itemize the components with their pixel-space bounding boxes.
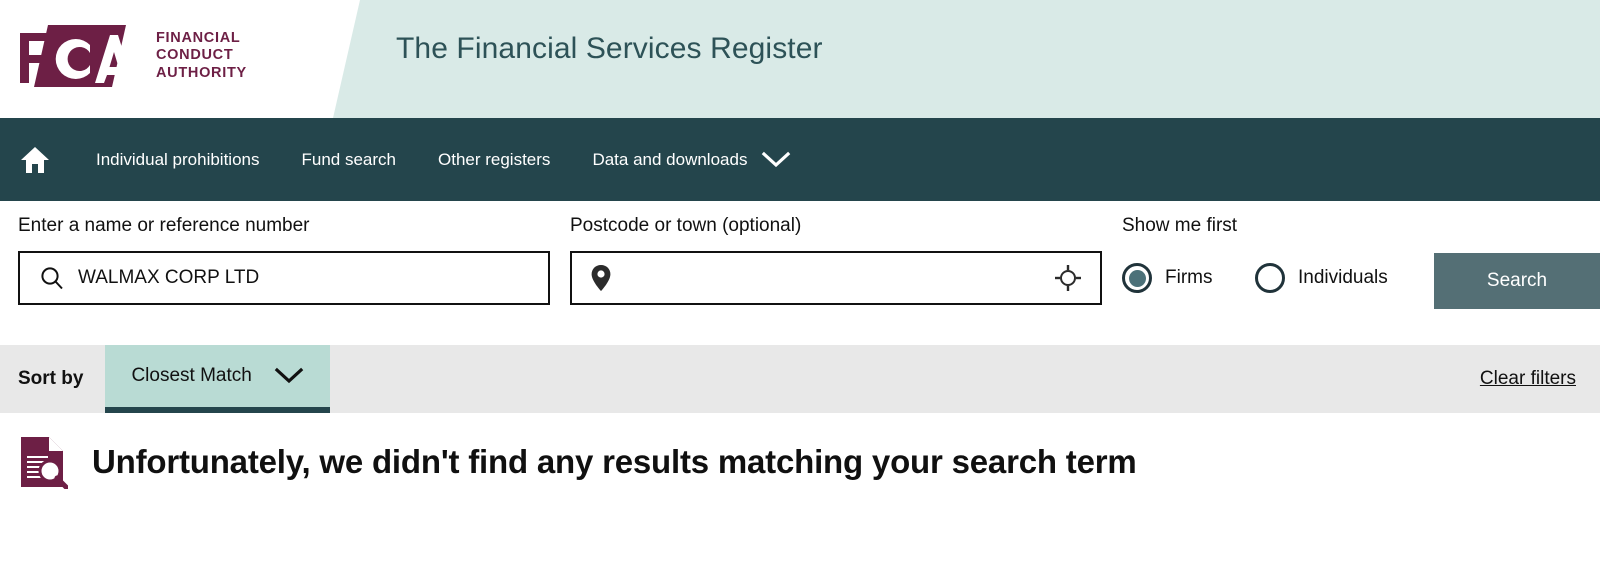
individuals-radio-label: Individuals xyxy=(1298,267,1388,288)
sort-dropdown[interactable]: Closest Match xyxy=(105,345,330,413)
logo-word-line-3: AUTHORITY xyxy=(156,64,247,81)
fca-logo-mark xyxy=(20,25,133,87)
radio-option-firms[interactable]: Firms xyxy=(1122,263,1212,293)
individuals-radio-button[interactable] xyxy=(1255,263,1285,293)
firms-radio-button[interactable] xyxy=(1122,263,1152,293)
chevron-down-icon[interactable] xyxy=(761,151,791,169)
logo-word-line-1: FINANCIAL xyxy=(156,29,241,46)
firms-radio-label: Firms xyxy=(1165,267,1213,288)
search-input-wrapper[interactable] xyxy=(18,251,550,305)
nav-item-data-and-downloads-label[interactable]: Data and downloads xyxy=(592,150,747,170)
home-icon[interactable] xyxy=(18,143,52,177)
map-pin-icon xyxy=(584,253,618,303)
nav-item-individual-prohibitions[interactable]: Individual prohibitions xyxy=(96,150,260,170)
search-form: Enter a name or reference number Postcod… xyxy=(0,201,1600,345)
fca-logo[interactable]: FINANCIAL CONDUCT AUTHORITY xyxy=(18,20,318,92)
chevron-down-icon[interactable] xyxy=(274,367,304,385)
clear-filters-link[interactable]: Clear filters xyxy=(1480,368,1576,390)
document-search-icon xyxy=(21,437,68,489)
postcode-field-label: Postcode or town (optional) xyxy=(570,215,802,236)
page-title: The Financial Services Register xyxy=(396,32,823,65)
search-input[interactable] xyxy=(78,253,536,303)
sort-by-label: Sort by xyxy=(18,368,84,389)
search-button[interactable]: Search xyxy=(1434,253,1600,309)
sort-dropdown-value: Closest Match xyxy=(131,365,252,386)
logo-word-line-2: CONDUCT xyxy=(156,47,234,64)
no-results-text: Unfortunately, we didn't find any result… xyxy=(92,443,1137,480)
fca-logo-wordmark: FINANCIAL CONDUCT AUTHORITY xyxy=(156,30,247,83)
firms-radio-selected-dot xyxy=(1128,269,1146,287)
search-icon xyxy=(32,253,72,303)
show-me-first-label: Show me first xyxy=(1122,215,1238,236)
crosshair-icon[interactable] xyxy=(1048,253,1088,303)
no-results-message: Unfortunately, we didn't find any result… xyxy=(18,435,1137,489)
name-field-label: Enter a name or reference number xyxy=(18,215,310,236)
radio-option-individuals[interactable]: Individuals xyxy=(1255,263,1388,293)
postcode-input[interactable] xyxy=(620,253,1048,303)
results-area: Unfortunately, we didn't find any result… xyxy=(0,413,1600,572)
nav-item-other-registers[interactable]: Other registers xyxy=(438,150,550,170)
nav-item-data-and-downloads[interactable]: Data and downloads xyxy=(592,150,791,170)
main-navigation: Individual prohibitions Fund search Othe… xyxy=(0,118,1600,201)
nav-item-fund-search[interactable]: Fund search xyxy=(302,150,397,170)
site-header: FINANCIAL CONDUCT AUTHORITY The Financia… xyxy=(0,0,1600,118)
postcode-input-wrapper[interactable] xyxy=(570,251,1102,305)
sort-bar: Sort by Closest Match Clear filters xyxy=(0,345,1600,413)
